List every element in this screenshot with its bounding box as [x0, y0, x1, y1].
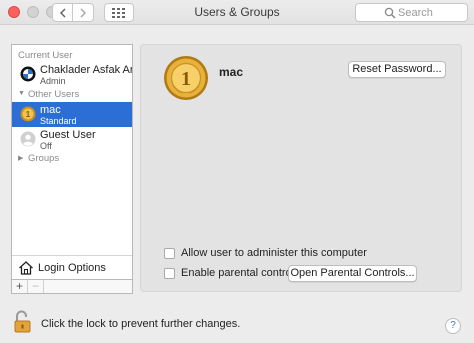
other-users-heading: Other Users: [28, 89, 80, 100]
gold-medal-icon: 1: [164, 56, 208, 100]
allow-admin-option[interactable]: Allow user to administer this computer: [164, 247, 367, 259]
user-role: Off: [40, 141, 52, 151]
disclosure-closed-icon[interactable]: ▶: [18, 154, 23, 162]
login-options-label: Login Options: [38, 262, 106, 274]
enable-parental-checkbox[interactable]: [164, 267, 175, 279]
bmw-logo-icon: [20, 66, 36, 82]
current-user-heading: Current User: [18, 50, 73, 61]
disclosure-open-icon[interactable]: ▼: [18, 90, 25, 97]
lock-message: Click the lock to prevent further change…: [41, 318, 241, 330]
lock-open-icon[interactable]: [14, 310, 32, 334]
allow-admin-label: Allow user to administer this computer: [181, 247, 367, 259]
help-button[interactable]: ?: [445, 318, 461, 334]
search-input[interactable]: Search: [355, 3, 468, 22]
account-name: mac: [219, 65, 244, 79]
add-remove-bar: + −: [11, 280, 133, 294]
groups-heading[interactable]: Groups: [28, 153, 59, 164]
user-detail-panel: 1 mac Reset Password... Allow user to ad…: [140, 44, 462, 292]
guest-avatar-icon: [20, 131, 36, 147]
search-placeholder: Search: [398, 6, 433, 19]
search-icon: [384, 7, 396, 19]
reset-password-button[interactable]: Reset Password...: [348, 61, 446, 78]
current-user-role: Admin: [40, 76, 66, 86]
sidebar-item-current-user[interactable]: Chaklader Asfak Ar... Admin: [12, 62, 132, 87]
home-icon: [19, 261, 33, 275]
user-role: Standard: [40, 116, 77, 126]
svg-text:1: 1: [181, 68, 191, 90]
svg-text:1: 1: [26, 110, 31, 119]
login-options-item[interactable]: Login Options: [12, 255, 132, 280]
sidebar-item-mac[interactable]: 1 mac Standard: [12, 102, 132, 127]
gold-medal-icon: 1: [20, 106, 36, 122]
enable-parental-label: Enable parental controls: [181, 267, 300, 279]
allow-admin-checkbox[interactable]: [164, 247, 175, 259]
user-name: Guest User: [40, 129, 96, 141]
current-user-name: Chaklader Asfak Ar...: [40, 64, 132, 76]
open-parental-controls-button[interactable]: Open Parental Controls...: [288, 265, 417, 282]
sidebar-item-guest-user[interactable]: Guest User Off: [12, 127, 132, 152]
enable-parental-option[interactable]: Enable parental controls: [164, 267, 300, 279]
remove-user-button[interactable]: −: [28, 280, 44, 293]
add-user-button[interactable]: +: [12, 280, 28, 293]
title-bar: Users & Groups Search: [0, 0, 474, 25]
users-sidebar: Current User Chaklader Asfak Ar... Admin…: [11, 44, 133, 280]
user-name: mac: [40, 104, 61, 116]
